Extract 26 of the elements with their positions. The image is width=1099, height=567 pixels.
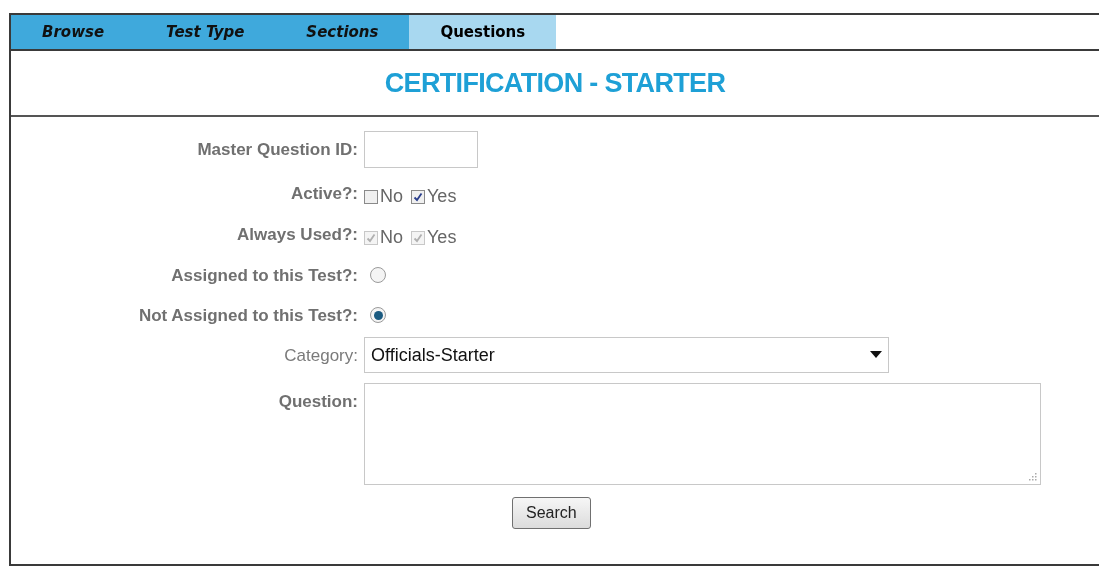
checkbox[interactable] bbox=[411, 189, 425, 204]
category-dropdown[interactable]: Officials-Starter bbox=[364, 337, 889, 373]
checkmark-icon bbox=[413, 232, 423, 243]
field-label: Assigned to this Test?: bbox=[171, 265, 358, 287]
checkmark-icon bbox=[413, 191, 423, 202]
checkbox-label: No bbox=[380, 226, 403, 249]
field-label: Master Question ID: bbox=[197, 139, 358, 161]
question-textarea[interactable] bbox=[364, 383, 1041, 485]
field-label: Question: bbox=[278, 391, 358, 413]
tab[interactable]: Questions bbox=[409, 15, 557, 49]
resize-grip-icon bbox=[1028, 472, 1037, 481]
checkbox-label: Yes bbox=[427, 185, 457, 208]
checkbox[interactable] bbox=[364, 189, 378, 204]
radio-button[interactable] bbox=[370, 307, 386, 323]
search-button[interactable]: Search bbox=[512, 497, 591, 529]
radio-button[interactable] bbox=[370, 267, 386, 283]
checkbox-label: Yes bbox=[427, 226, 457, 249]
dropdown-caret-icon bbox=[870, 351, 882, 359]
field-label: Active?: bbox=[290, 183, 358, 205]
checkmark-icon bbox=[366, 232, 376, 243]
input-field[interactable] bbox=[364, 131, 478, 168]
page-title: CERTIFICATION - STARTER bbox=[384, 66, 726, 100]
field-label: Category: bbox=[284, 345, 358, 367]
field-label: Not Assigned to this Test?: bbox=[138, 305, 358, 327]
checkbox-label: No bbox=[380, 185, 403, 208]
field-label: Always Used?: bbox=[237, 224, 358, 246]
